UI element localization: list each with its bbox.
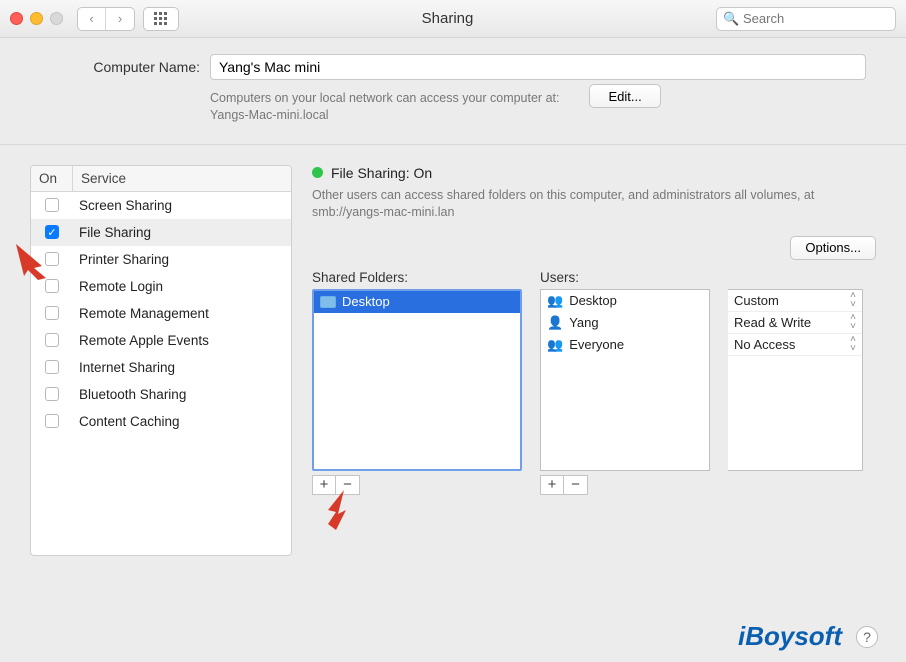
service-checkbox[interactable] <box>45 360 59 374</box>
service-checkbox[interactable] <box>45 279 59 293</box>
service-row[interactable]: Printer Sharing <box>31 246 291 273</box>
search-icon: 🔍 <box>723 11 739 27</box>
user-label: Yang <box>569 315 598 330</box>
col-on[interactable]: On <box>31 166 73 191</box>
permissions-list[interactable]: Custom ˄˅ Read & Write ˄˅ No Access ˄˅ <box>728 289 863 471</box>
search-field[interactable]: 🔍 <box>716 7 896 31</box>
service-row[interactable]: Remote Apple Events <box>31 327 291 354</box>
show-all-button[interactable] <box>143 7 179 31</box>
permission-item[interactable]: No Access ˄˅ <box>728 334 862 356</box>
close-icon[interactable] <box>10 12 23 25</box>
shared-folders-header: Shared Folders: <box>312 270 522 285</box>
help-button[interactable]: ? <box>856 626 878 648</box>
service-row[interactable]: Bluetooth Sharing <box>31 381 291 408</box>
service-label: Screen Sharing <box>73 198 172 213</box>
service-checkbox[interactable] <box>45 252 59 266</box>
service-label: Remote Login <box>73 279 163 294</box>
permission-item[interactable]: Read & Write ˄˅ <box>728 312 862 334</box>
user-item[interactable]: 👤 Yang <box>541 312 709 334</box>
folder-label: Desktop <box>342 294 390 309</box>
nav-segment: ‹ › <box>77 7 135 31</box>
chevron-updown-icon: ˄˅ <box>850 313 856 331</box>
edit-button[interactable]: Edit... <box>589 84 660 108</box>
permission-item[interactable]: Custom ˄˅ <box>728 290 862 312</box>
minimize-icon[interactable] <box>30 12 43 25</box>
status-title: File Sharing: On <box>331 165 432 181</box>
service-checkbox[interactable]: ✓ <box>45 225 59 239</box>
service-label: Printer Sharing <box>73 252 169 267</box>
service-row[interactable]: Internet Sharing <box>31 354 291 381</box>
service-label: File Sharing <box>73 225 151 240</box>
service-checkbox[interactable] <box>45 306 59 320</box>
group-icon: 👥 <box>547 293 563 309</box>
window-controls <box>10 12 63 25</box>
search-input[interactable] <box>716 7 896 31</box>
service-row[interactable]: ✓ File Sharing <box>31 219 291 246</box>
grid-icon <box>154 12 168 26</box>
window-title: Sharing <box>187 10 708 27</box>
computer-name-label: Computer Name: <box>40 59 200 75</box>
status-description: Other users can access shared folders on… <box>312 187 832 222</box>
users-list[interactable]: 👥 Desktop 👤 Yang 👥 Everyone <box>540 289 710 471</box>
chevron-updown-icon: ˄˅ <box>850 335 856 353</box>
group-icon: 👥 <box>547 337 563 353</box>
computer-name-input[interactable] <box>210 54 866 80</box>
remove-folder-button[interactable]: − <box>336 475 360 495</box>
service-label: Internet Sharing <box>73 360 175 375</box>
service-checkbox[interactable] <box>45 414 59 428</box>
user-item[interactable]: 👥 Desktop <box>541 290 709 312</box>
service-row[interactable]: Remote Login <box>31 273 291 300</box>
add-user-button[interactable]: + <box>540 475 564 495</box>
service-status: File Sharing: On <box>312 165 876 181</box>
back-button[interactable]: ‹ <box>78 8 106 30</box>
col-service[interactable]: Service <box>73 166 134 191</box>
folder-item[interactable]: Desktop <box>314 291 520 313</box>
add-folder-button[interactable]: + <box>312 475 336 495</box>
service-label: Content Caching <box>73 414 180 429</box>
permission-label: Custom <box>734 293 779 308</box>
computer-name-hint: Computers on your local network can acce… <box>210 90 559 124</box>
folder-icon <box>320 296 336 308</box>
service-label: Bluetooth Sharing <box>73 387 186 402</box>
remove-user-button[interactable]: − <box>564 475 588 495</box>
user-icon: 👤 <box>547 315 563 331</box>
forward-button[interactable]: › <box>106 8 134 30</box>
zoom-icon[interactable] <box>50 12 63 25</box>
shared-folders-list[interactable]: Desktop <box>312 289 522 471</box>
header-area: Computer Name: Computers on your local n… <box>0 38 906 145</box>
user-label: Desktop <box>569 293 617 308</box>
permission-label: No Access <box>734 337 795 352</box>
options-button[interactable]: Options... <box>790 236 876 260</box>
brand-logo: iBoysoft <box>738 621 842 652</box>
service-row[interactable]: Content Caching <box>31 408 291 435</box>
status-led-icon <box>312 167 323 178</box>
service-label: Remote Management <box>73 306 209 321</box>
service-row[interactable]: Remote Management <box>31 300 291 327</box>
service-row[interactable]: Screen Sharing <box>31 192 291 219</box>
service-checkbox[interactable] <box>45 198 59 212</box>
service-checkbox[interactable] <box>45 333 59 347</box>
chevron-updown-icon: ˄˅ <box>850 291 856 309</box>
titlebar: ‹ › Sharing 🔍 <box>0 0 906 38</box>
user-label: Everyone <box>569 337 624 352</box>
services-table: On Service Screen Sharing ✓ File Sharing Pr… <box>30 165 292 556</box>
service-checkbox[interactable] <box>45 387 59 401</box>
service-label: Remote Apple Events <box>73 333 209 348</box>
permission-label: Read & Write <box>734 315 811 330</box>
users-header: Users: <box>540 270 710 285</box>
user-item[interactable]: 👥 Everyone <box>541 334 709 356</box>
